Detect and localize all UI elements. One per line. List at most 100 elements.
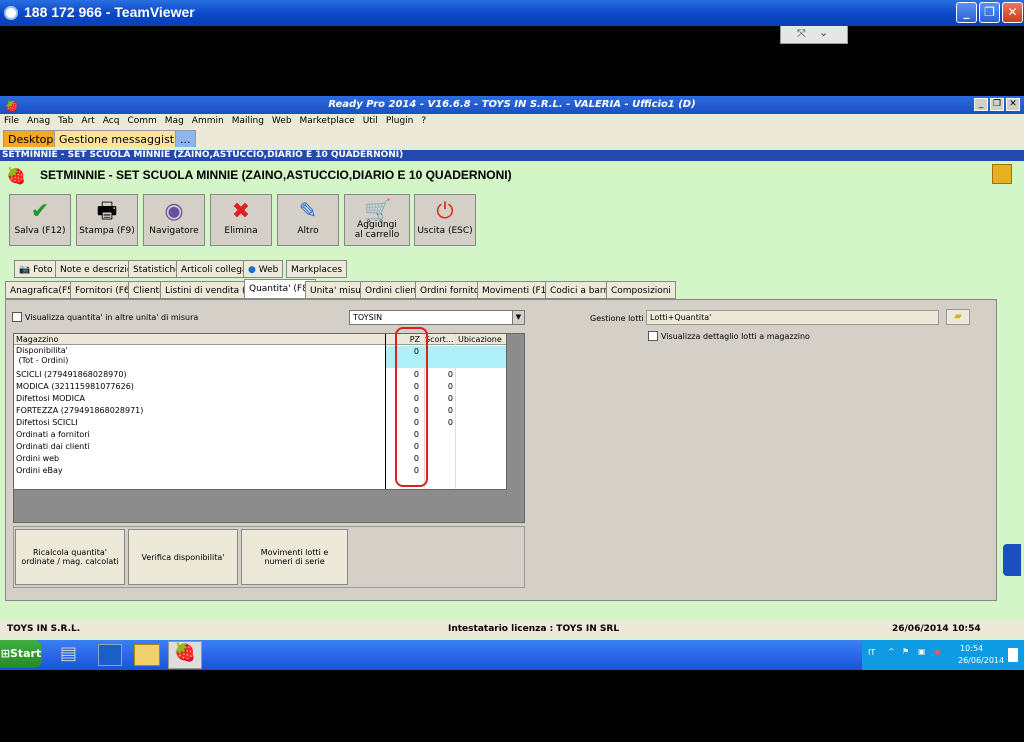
status-bar: TOYS IN S.R.L. Intestatario licenza : TO…	[0, 620, 1024, 638]
teamviewer-panel-toggle[interactable]: ⤧ ⌄	[780, 26, 848, 44]
cell-scorta: 0	[447, 370, 453, 379]
col-scorta[interactable]: Scort...	[425, 334, 453, 345]
cell-scorta: 0	[447, 418, 453, 427]
language-indicator[interactable]: IT	[868, 648, 875, 657]
globe-icon: ●	[248, 265, 259, 275]
chevron-up-icon[interactable]: ^	[888, 647, 895, 656]
more-button[interactable]: ✎ Altro	[277, 194, 339, 246]
delete-button[interactable]: ✖ Elimina	[210, 194, 272, 246]
checkbox-box[interactable]	[12, 312, 22, 322]
network-icon[interactable]: ▣	[918, 647, 926, 656]
save-button[interactable]: ✔ Salva (F12)	[9, 194, 71, 246]
quantity-panel: Visualizza quantita' in altre unita' di …	[5, 299, 997, 601]
more-icon: ✎	[298, 199, 318, 224]
flag-icon[interactable]: ⚑	[902, 647, 909, 656]
cell-scorta: 0	[447, 382, 453, 391]
computer-icon[interactable]: ▤	[60, 643, 86, 667]
table-row[interactable]: FORTEZZA (279491868028971) 0 0	[14, 405, 506, 417]
tab-composizioni[interactable]: Composizioni	[606, 281, 676, 299]
cell-name: Difettosi SCICLI	[16, 418, 78, 427]
other-units-checkbox[interactable]: Visualizza quantita' in altre unita' di …	[12, 312, 198, 322]
volume-icon[interactable]: ◉	[934, 647, 941, 656]
tab-desktop[interactable]: Desktop	[3, 130, 59, 147]
app-restore-button[interactable]: ❐	[990, 98, 1004, 111]
tab-more[interactable]: ...	[175, 130, 196, 147]
menu-anag[interactable]: Anag	[27, 114, 50, 128]
menu-mailing[interactable]: Mailing	[232, 114, 264, 128]
tab-markplaces[interactable]: Markplaces	[286, 260, 348, 278]
table-row[interactable]: Ordini eBay 0	[14, 465, 506, 477]
menu-util[interactable]: Util	[363, 114, 378, 128]
table-row[interactable]: Disponibilita' (Tot - Ordini) 0	[14, 346, 506, 368]
menu-marketplace[interactable]: Marketplace	[300, 114, 355, 128]
app-title: Ready Pro 2014 - V16.6.8 - TOYS IN S.R.L…	[328, 99, 696, 110]
checkbox-box[interactable]	[648, 331, 658, 341]
menu-file[interactable]: File	[4, 114, 19, 128]
menu-plugin[interactable]: Plugin	[386, 114, 414, 128]
show-desktop-button[interactable]	[1008, 648, 1018, 662]
cell-name: Ordinati dai clienti	[16, 442, 90, 451]
warehouse-select[interactable]: TOYSIN ▼	[349, 310, 525, 325]
status-date: 26/06/2014	[892, 624, 949, 634]
tab-gestione-messaggistica[interactable]: Gestione messaggistica	[54, 130, 195, 147]
lots-field[interactable]: Lotti+Quantita'	[646, 310, 939, 325]
delete-icon: ✖	[231, 199, 251, 224]
menu-acq[interactable]: Acq	[103, 114, 120, 128]
status-time: 10:54	[952, 624, 981, 634]
fullscreen-icon[interactable]: ⤧	[797, 27, 806, 41]
powershell-icon[interactable]	[98, 644, 122, 666]
minimize-button[interactable]: _	[956, 2, 977, 23]
status-license: Intestatario licenza : TOYS IN SRL	[448, 624, 620, 634]
menu-help[interactable]: ?	[421, 114, 426, 128]
recalc-button[interactable]: Ricalcola quantita' ordinate / mag. calc…	[15, 529, 125, 585]
tray-date: 26/06/2014	[958, 656, 1005, 665]
table-row[interactable]: Ordinati dai clienti 0	[14, 441, 506, 453]
table-row[interactable]: Ordini web 0	[14, 453, 506, 465]
menubar: File Anag Tab Art Acq Comm Mag Ammin Mailing Web M…	[0, 114, 1024, 128]
add-to-cart-button[interactable]: 🛒 Aggiungi al carrello	[344, 194, 410, 246]
table-row[interactable]: Difettosi SCICLI 0 0	[14, 417, 506, 429]
lots-label: Gestione lotti :	[590, 314, 649, 323]
cell-name: Disponibilita' (Tot - Ordini)	[16, 346, 69, 365]
col-magazzino[interactable]: Magazzino	[16, 334, 58, 345]
chevron-down-icon[interactable]: ⌄	[819, 26, 828, 39]
table-row[interactable]: SCICLI (279491868028970) 0 0	[14, 369, 506, 381]
taskbar: ⊞Start ▤ 🍓 IT ^ ⚑ ▣ ◉ 10:54 26/06/2014	[0, 640, 1024, 670]
teamviewer-logo-icon	[4, 6, 18, 20]
exit-button[interactable]: ⏻ Uscita (ESC)	[414, 194, 476, 246]
grid-header: Magazzino PZ Scort... Ubicazione	[14, 334, 506, 345]
close-button[interactable]: ✕	[1002, 2, 1023, 23]
table-row[interactable]: Difettosi MODICA 0 0	[14, 393, 506, 405]
document-tabs: Desktop Gestione messaggistica ...	[0, 128, 1024, 148]
menu-mag[interactable]: Mag	[165, 114, 184, 128]
verify-availability-button[interactable]: Verifica disponibilita'	[128, 529, 238, 585]
menu-tab[interactable]: Tab	[58, 114, 73, 128]
menu-web[interactable]: Web	[272, 114, 292, 128]
maximize-button[interactable]: ❐	[979, 2, 1000, 23]
tab-web[interactable]: ● Web	[243, 260, 284, 278]
navigator-button[interactable]: ◉ Navigatore	[143, 194, 205, 246]
table-row[interactable]: MODICA (321115981077626) 0 0	[14, 381, 506, 393]
col-ubicazione[interactable]: Ubicazione	[458, 334, 502, 345]
cart-icon: 🛒	[364, 199, 392, 224]
lots-detail-checkbox[interactable]: Visualizza dettaglio lotti a magazzino	[648, 331, 810, 341]
menu-ammin[interactable]: Ammin	[192, 114, 224, 128]
ready-pro-taskbar-icon[interactable]: 🍓	[168, 641, 202, 669]
app-close-button[interactable]: ✕	[1006, 98, 1020, 111]
tab-foto[interactable]: 📷 Foto	[14, 260, 58, 278]
lot-movements-button[interactable]: Movimenti lotti e numeri di serie	[241, 529, 348, 585]
print-button[interactable]: 🖶 Stampa (F9)	[76, 194, 138, 246]
explorer-icon[interactable]	[134, 644, 160, 666]
dropdown-arrow-icon[interactable]: ▼	[512, 311, 524, 324]
ready-pro-window: 🍓 Ready Pro 2014 - V16.6.8 - TOYS IN S.R…	[0, 96, 1024, 670]
menu-comm[interactable]: Comm	[127, 114, 156, 128]
highlight-annotation	[395, 327, 428, 487]
teamviewer-side-handle[interactable]	[1003, 544, 1021, 576]
folder-icon[interactable]: ▰	[946, 309, 970, 325]
app-minimize-button[interactable]: _	[974, 98, 988, 111]
start-button[interactable]: ⊞Start	[0, 640, 42, 668]
table-row[interactable]: Ordinati a fornitori 0	[14, 429, 506, 441]
menu-art[interactable]: Art	[81, 114, 94, 128]
cell-name: MODICA (321115981077626)	[16, 382, 134, 391]
cell-name: Difettosi MODICA	[16, 394, 85, 403]
